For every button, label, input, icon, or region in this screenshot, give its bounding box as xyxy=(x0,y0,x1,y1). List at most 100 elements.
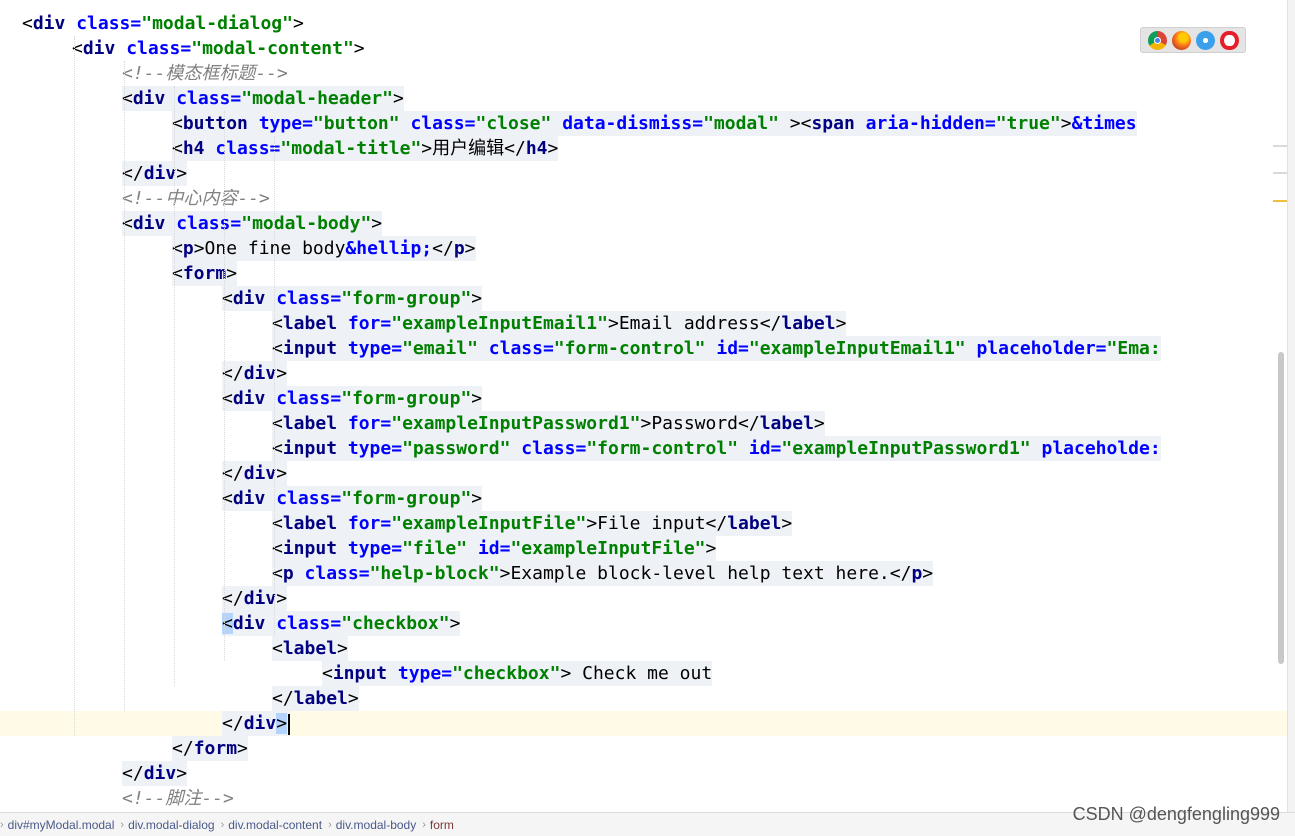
firefox-icon[interactable] xyxy=(1171,30,1191,50)
code-token: h4 xyxy=(525,138,548,159)
code-token: label xyxy=(282,638,338,659)
code-token: > xyxy=(292,13,304,34)
breadcrumb-item[interactable]: div.modal-content xyxy=(224,818,328,832)
opera-icon[interactable] xyxy=(1219,30,1239,50)
code-token: div xyxy=(232,613,266,634)
code-token: label xyxy=(282,413,338,434)
code-token: > xyxy=(353,38,365,59)
code-line-content: <label for="exampleInputPassword1">Passw… xyxy=(272,411,825,436)
code-token: div xyxy=(232,288,266,309)
code-token: "exampleInputPassword1" xyxy=(781,438,1031,459)
code-token: > xyxy=(922,563,934,584)
code-token: File input xyxy=(597,513,706,534)
code-line-content: </div> xyxy=(122,761,188,786)
code-token: "form-group" xyxy=(341,288,472,309)
code-token: class= xyxy=(276,613,342,634)
breadcrumb-item[interactable]: div.modal-body xyxy=(332,818,422,832)
code-token: div xyxy=(143,163,177,184)
code-line-content: <!--中心内容--> xyxy=(122,186,270,211)
code-line-content: <input type="file" id="exampleInputFile"… xyxy=(272,536,717,561)
code-token: "modal-content" xyxy=(191,38,354,59)
breadcrumb-item[interactable]: div.modal-dialog xyxy=(124,818,221,832)
code-token: Check me out xyxy=(571,663,713,684)
safari-icon[interactable] xyxy=(1195,30,1215,50)
code-line-content: <label> xyxy=(272,636,348,661)
code-token: "form-group" xyxy=(341,488,472,509)
code-token: p xyxy=(282,563,294,584)
code-token: label xyxy=(282,513,338,534)
code-token: > xyxy=(471,488,483,509)
code-token: "form-control" xyxy=(586,438,739,459)
code-token: p xyxy=(453,238,465,259)
code-line-content: <input type="checkbox"> Check me out xyxy=(322,661,713,686)
scroll-marker-warning xyxy=(1273,200,1287,202)
code-token: placeholde: xyxy=(1041,438,1161,459)
code-token: div xyxy=(82,38,116,59)
code-token: label xyxy=(759,413,814,434)
code-token: "modal-header" xyxy=(241,88,393,109)
chrome-icon[interactable] xyxy=(1147,30,1167,50)
code-token: form xyxy=(182,263,227,284)
code-token: > xyxy=(835,313,847,334)
code-token: "button" xyxy=(312,113,400,134)
code-token: Password xyxy=(651,413,739,434)
code-token: > xyxy=(176,163,188,184)
code-token: </ xyxy=(122,763,144,784)
code-line-content: <div class="modal-dialog"> xyxy=(22,11,304,36)
code-token: <!--脚注--> xyxy=(122,788,234,809)
code-token: Example block-level help text here. xyxy=(510,563,890,584)
breadcrumb-item[interactable]: div#myModal.modal xyxy=(4,818,121,832)
code-token: div xyxy=(243,363,277,384)
code-token: > xyxy=(371,213,383,234)
code-token: p xyxy=(911,563,923,584)
code-line-content: </div> xyxy=(222,586,288,611)
code-token: "form-control" xyxy=(553,338,706,359)
code-token: type= xyxy=(347,338,403,359)
indent-guide xyxy=(174,86,175,686)
code-token: input xyxy=(282,538,338,559)
code-token: class= xyxy=(276,388,342,409)
code-token: for= xyxy=(347,413,392,434)
code-line-content: <label for="exampleInputFile">File input… xyxy=(272,511,793,536)
code-line-content: <!--脚注--> xyxy=(122,786,234,811)
vertical-scrollbar[interactable] xyxy=(1278,352,1284,664)
code-line-content: <div class="checkbox"> xyxy=(222,611,461,636)
code-token: for= xyxy=(347,313,392,334)
code-editor[interactable]: <div class="modal-dialog"> <div class="mo… xyxy=(0,0,1288,812)
indent-guide xyxy=(274,136,275,636)
code-token: > xyxy=(464,238,476,259)
breadcrumb-item[interactable]: form xyxy=(426,818,460,832)
code-token: > xyxy=(337,638,348,659)
code-token: > xyxy=(471,288,483,309)
editor-right-gutter xyxy=(1287,0,1295,812)
code-line[interactable]: </div> xyxy=(0,711,1288,736)
code-token: </ xyxy=(759,313,782,334)
code-token: input xyxy=(332,663,388,684)
code-line-content: </label> xyxy=(272,686,359,711)
code-token: </ xyxy=(705,513,728,534)
code-token: </ xyxy=(222,713,244,734)
code-token: "exampleInputPassword1" xyxy=(391,413,641,434)
code-token: placeholder= xyxy=(976,338,1107,359)
top-overlay-text xyxy=(975,0,1285,22)
code-token: > xyxy=(347,688,359,709)
code-token: button xyxy=(182,113,248,134)
code-token: &hellip; xyxy=(345,238,433,259)
code-token: label xyxy=(727,513,782,534)
code-token: type= xyxy=(347,438,403,459)
code-token: data-dismiss= xyxy=(562,113,704,134)
code-token: </ xyxy=(122,163,144,184)
code-token: > xyxy=(705,538,717,559)
code-line-content: <div class="modal-header"> xyxy=(122,86,404,111)
code-token: "checkbox" xyxy=(341,613,450,634)
code-token: > xyxy=(176,763,188,784)
code-token: <!--模态框标题--> xyxy=(122,63,288,84)
code-token: div xyxy=(243,588,277,609)
